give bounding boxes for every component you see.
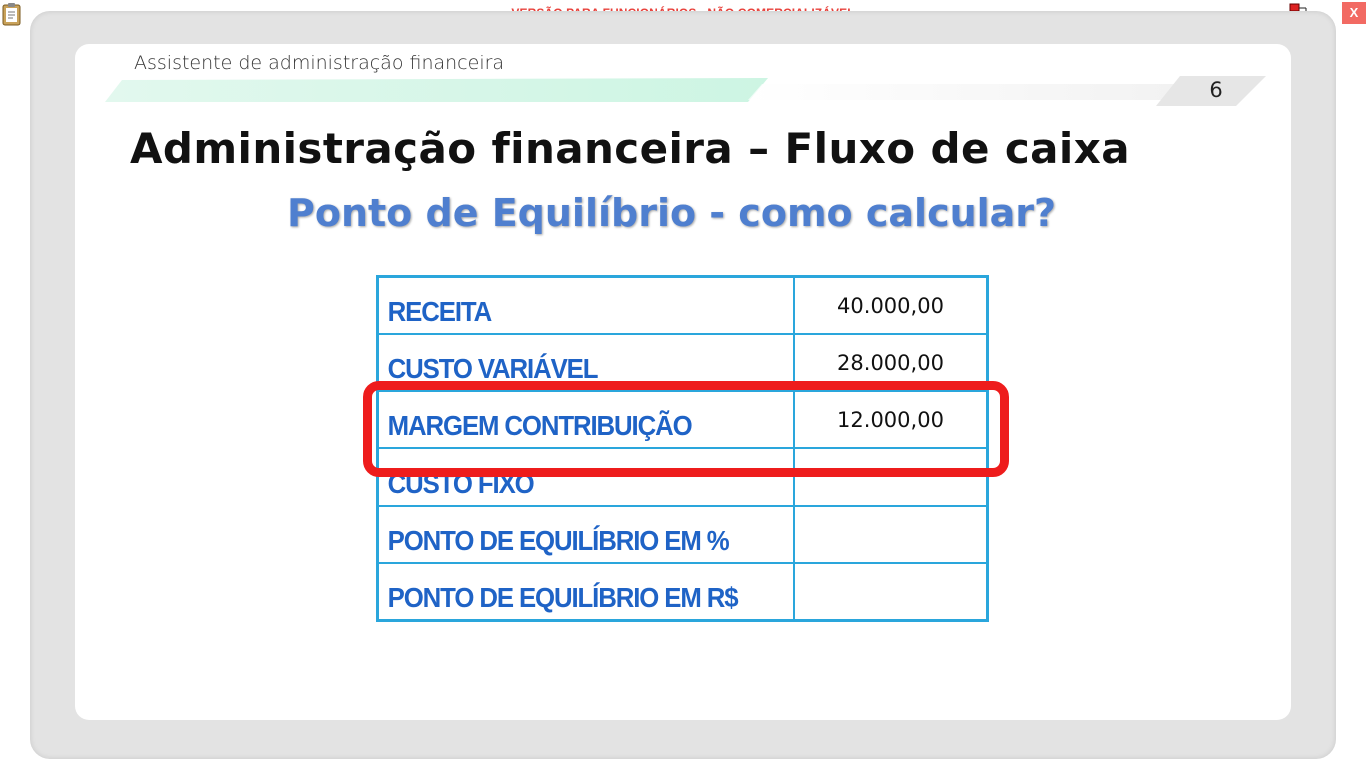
- row-label: CUSTO FIXO: [376, 447, 762, 507]
- page-number: 6: [1209, 78, 1223, 102]
- break-even-table: RECEITA 40.000,00 CUSTO VARIÁVEL 28.000,…: [376, 275, 989, 622]
- slide-title: Administração financeira – Fluxo de caix…: [130, 124, 1130, 173]
- table-row: CUSTO FIXO: [376, 447, 989, 507]
- row-label: CUSTO VARIÁVEL: [376, 333, 762, 393]
- row-value: 12.000,00: [793, 390, 989, 450]
- table-row: MARGEM CONTRIBUIÇÃO 12.000,00: [376, 390, 989, 450]
- table-row: PONTO DE EQUILÍBRIO EM R$: [376, 561, 989, 622]
- row-label: PONTO DE EQUILÍBRIO EM %: [376, 504, 762, 564]
- table-row: PONTO DE EQUILÍBRIO EM %: [376, 504, 989, 564]
- row-value: [793, 561, 989, 622]
- row-label: RECEITA: [376, 275, 762, 336]
- slide-subtitle: Ponto de Equilíbrio - como calcular?: [287, 191, 1057, 235]
- course-title: Assistente de administração financeira: [134, 52, 505, 74]
- row-label: PONTO DE EQUILÍBRIO EM R$: [376, 561, 762, 622]
- row-value: [793, 504, 989, 564]
- table-row: RECEITA 40.000,00: [376, 275, 989, 336]
- table-row: CUSTO VARIÁVEL 28.000,00: [376, 333, 989, 393]
- row-value: 28.000,00: [793, 333, 989, 393]
- row-label: MARGEM CONTRIBUIÇÃO: [376, 390, 762, 450]
- row-value: 40.000,00: [793, 275, 989, 336]
- row-value: [793, 447, 989, 507]
